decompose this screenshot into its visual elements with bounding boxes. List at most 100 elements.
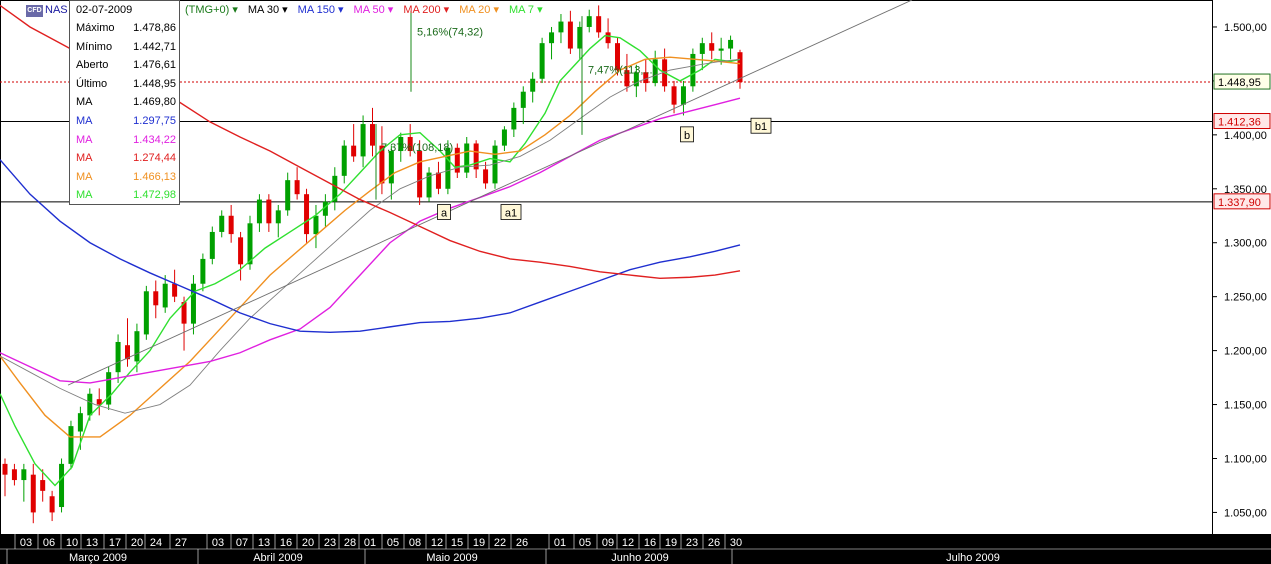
stock-chart[interactable]: 1.050,00 1.100,00 1.150,00 1.200,00 1.250,00… <box>0 0 1271 564</box>
candle-body <box>21 469 27 481</box>
info-row: MA 1.274,44 <box>76 152 176 170</box>
x-day-label: 10 <box>66 537 78 549</box>
x-day-label: 03 <box>20 537 32 549</box>
info-value: 1.469,80 <box>133 96 176 109</box>
candle-body <box>209 231 215 259</box>
candle-body <box>370 124 375 146</box>
y-tick-label: 1.050,00 <box>1224 507 1267 519</box>
x-day-label: 09 <box>602 537 614 549</box>
x-day-label: 05 <box>387 537 399 549</box>
info-row: Máximo 1.478,86 <box>76 22 176 40</box>
info-row: Aberto 1.476,61 <box>76 59 176 77</box>
candle-body <box>11 469 17 481</box>
info-value: 1.478,86 <box>133 22 176 34</box>
x-day-label: 03 <box>212 537 224 549</box>
x-day-label: 01 <box>364 537 376 549</box>
candle-body <box>266 199 272 224</box>
x-day-label: 15 <box>451 537 463 549</box>
x-month-label: Abril 2009 <box>253 552 303 564</box>
legend-item[interactable]: MA 200 ▾ <box>403 4 449 16</box>
info-row: MA 1.466,13 <box>76 171 176 189</box>
candle-body <box>360 124 366 157</box>
y-tick-label: 1.200,00 <box>1224 346 1267 358</box>
candle-body <box>313 215 319 235</box>
info-label: Último <box>76 77 108 90</box>
chart-canvas[interactable]: 1.050,00 1.100,00 1.150,00 1.200,00 1.250,00… <box>0 0 1271 564</box>
legend-item[interactable]: MA 50 ▾ <box>354 4 394 16</box>
candle-body <box>219 215 225 232</box>
info-value: 1.274,44 <box>133 152 176 165</box>
candle-body <box>40 480 46 491</box>
wave-label: a <box>441 208 448 220</box>
candle-body <box>294 180 300 195</box>
info-value: 1.442,71 <box>133 40 176 53</box>
candle-body <box>49 496 55 513</box>
legend-item[interactable]: MA 20 ▾ <box>459 4 499 16</box>
candle-body <box>388 151 394 184</box>
measure-annotation: 7,37%(108,18) <box>381 142 453 154</box>
x-day-label: 07 <box>236 537 248 549</box>
info-value: 1.476,61 <box>133 59 176 72</box>
legend-item[interactable]: MA 150 ▾ <box>298 4 344 16</box>
candle-body <box>2 463 8 475</box>
info-label: Aberto <box>76 59 109 72</box>
candle-body <box>341 145 347 176</box>
candle-body <box>549 32 555 44</box>
info-value: 1.297,75 <box>133 115 176 127</box>
indicator-legend: (TMG+0) ▾ MA 30 ▾ MA 150 ▾ MA 50 ▾ MA 200 ▾ M… <box>185 3 553 16</box>
y-tick-label: 1.300,00 <box>1224 238 1267 250</box>
candle-body <box>520 91 526 108</box>
legend-item[interactable]: (TMG+0) ▾ <box>185 4 238 16</box>
info-value: 1.472,98 <box>133 189 176 202</box>
wave-label: b1 <box>755 121 767 133</box>
candle-body <box>709 43 715 51</box>
y-tick-label: 1.400,00 <box>1224 130 1267 142</box>
x-month-label: Junho 2009 <box>611 552 669 564</box>
candle-body <box>464 143 470 173</box>
info-label: Máximo <box>76 22 115 34</box>
candle-body <box>59 463 65 508</box>
candle-body <box>680 86 686 105</box>
x-day-label: 16 <box>280 537 292 549</box>
price-tag-label: 1.337,90 <box>1218 197 1261 209</box>
x-day-label: 20 <box>302 537 314 549</box>
legend-item[interactable]: MA 7 ▾ <box>509 4 543 16</box>
info-label: Mínimo <box>76 40 113 53</box>
candle-body <box>162 283 168 308</box>
candle-body <box>539 43 545 79</box>
candle-body <box>699 43 705 54</box>
candle-body <box>530 78 536 92</box>
candle-body <box>435 172 441 189</box>
legend-item[interactable]: MA 30 ▾ <box>248 4 288 16</box>
y-tick-label: 1.250,00 <box>1224 292 1267 304</box>
info-date: 02-07-2009 <box>76 4 133 16</box>
info-row: MA 1.297,75 <box>76 115 176 133</box>
symbol-name[interactable]: NAS <box>45 4 68 16</box>
x-day-label: 30 <box>730 537 742 549</box>
candle-body <box>417 151 423 198</box>
x-day-label: 22 <box>494 537 506 549</box>
plot-area <box>0 0 1213 535</box>
x-day-label: 27 <box>175 537 187 549</box>
candle-body <box>68 426 74 464</box>
candle-body <box>87 393 93 416</box>
info-label: MA <box>76 189 93 202</box>
info-row: Último 1.448,95 <box>76 78 176 96</box>
x-month-label: Maio 2009 <box>426 552 477 564</box>
candle-body <box>238 237 244 265</box>
candle-body <box>483 169 489 184</box>
candle-body <box>77 413 83 432</box>
candle-body <box>605 32 611 44</box>
info-label: MA <box>76 170 93 183</box>
info-row: MA 1.472,98 <box>76 189 176 207</box>
wave-label: a1 <box>505 208 517 220</box>
x-day-label: 23 <box>686 537 698 549</box>
candle-body <box>671 86 677 105</box>
info-label: MA <box>76 152 93 165</box>
info-label: MA <box>76 115 93 127</box>
x-day-label: 17 <box>109 537 121 549</box>
wave-label: b <box>684 130 690 142</box>
info-row: MA 1.469,80 <box>76 96 176 114</box>
candle-body <box>511 107 517 130</box>
y-tick-label: 1.100,00 <box>1224 453 1267 465</box>
